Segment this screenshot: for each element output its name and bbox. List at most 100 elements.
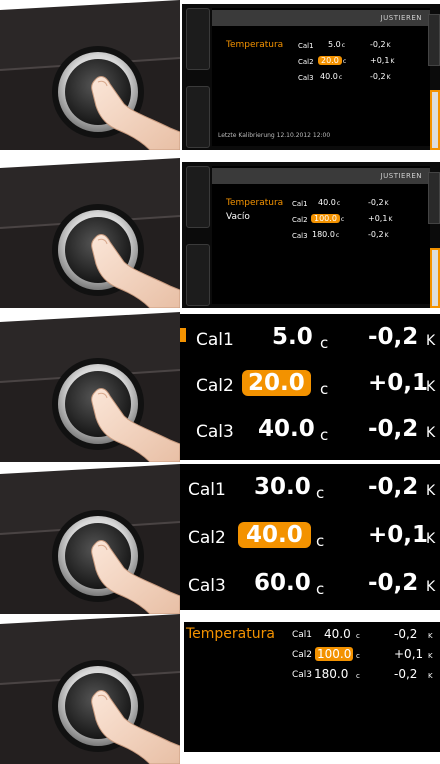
cal2-delta: +0,1 [368, 370, 429, 396]
calibration-panel: Temperatura Cal1 40.0 c -0,2 K Cal2 100.… [184, 622, 440, 752]
cal2-delta: +0,1K [368, 214, 393, 223]
cal3-line: Cal3 60.0 c -0,2 K [180, 564, 440, 608]
cal1-k: K [426, 483, 436, 499]
knob-illustration [0, 158, 180, 308]
display: JUSTIEREN Temperatura Cal1 5.0c -0,2K Ca… [212, 8, 430, 146]
knob-illustration [0, 464, 180, 614]
parameter-label: Temperatura [226, 198, 284, 208]
knob-illustration [0, 312, 180, 462]
cal1-unit: c [316, 484, 325, 502]
cal1-delta: -0,2 [368, 474, 419, 500]
cal2-unit: c [320, 380, 329, 398]
step-4: Cal1 30.0 c -0,2 K Cal2 40.0 c +0,1 K Ca… [0, 464, 440, 614]
cal2-label: Cal2 [292, 650, 313, 660]
cal1-label: Cal1 [292, 630, 313, 640]
cal3-unit: c [356, 672, 360, 680]
cal1-delta: -0,2K [370, 40, 391, 49]
cal1-delta: -0,2 [394, 627, 418, 641]
cal3-k: K [426, 579, 436, 595]
cal2-label: Cal2 [188, 528, 226, 548]
cal1-delta: -0,2 [368, 324, 419, 350]
cal2-value[interactable]: 20.0 c [318, 56, 346, 65]
cal2-value[interactable]: 20.0 [242, 370, 311, 396]
cal3-delta: -0,2K [368, 230, 389, 239]
cal3-delta: -0,2 [368, 416, 419, 442]
cal1-k: K [426, 333, 436, 349]
cal3-delta: -0,2K [370, 72, 391, 81]
cal2-value[interactable]: 100.0 [315, 647, 354, 661]
cal3-label: Cal3 [196, 422, 234, 442]
cal3-k: K [426, 425, 436, 441]
cal2-unit: c [356, 652, 360, 660]
parameter-label-2: Vacío [226, 212, 250, 222]
cal2-k: K [426, 531, 436, 547]
cal3-delta: -0,2 [394, 667, 418, 681]
cal1-delta: -0,2K [368, 198, 389, 207]
cal3-value: 60.0 [254, 570, 311, 596]
right-handle-bottom[interactable] [430, 248, 440, 308]
cal3-line: Cal3 40.0 c -0,2 K [180, 410, 440, 454]
display: JUSTIEREN Temperatura Vacío Cal1 40.0c -… [212, 166, 430, 304]
cal3-unit: c [316, 580, 325, 598]
cal2-label: Cal2 [196, 376, 234, 396]
cal3-k: K [428, 672, 433, 680]
cal1-value: 40.0 [324, 627, 351, 641]
cal3-unit: c [320, 426, 329, 444]
device-screen: JUSTIEREN Temperatura Vacío Cal1 40.0c -… [182, 162, 440, 308]
right-handle-top[interactable] [428, 172, 440, 224]
cal2-unit: c [316, 532, 325, 550]
step-3: Cal1 5.0 c -0,2 K Cal2 20.0 c +0,1 K Cal… [0, 312, 440, 464]
step-2: JUSTIEREN Temperatura Vacío Cal1 40.0c -… [0, 158, 440, 310]
screen-header: JUSTIEREN [212, 10, 430, 26]
cal1-value: 5.0 [272, 324, 313, 350]
zoomed-calibration-panel: Cal1 30.0 c -0,2 K Cal2 40.0 c +0,1 K Ca… [180, 464, 440, 610]
cal3-label: Cal3 [292, 670, 313, 680]
cal2-value[interactable]: 100.0 c [311, 214, 344, 223]
cal3-label: Cal3 [292, 232, 308, 240]
cal2-line: Cal2 40.0 c +0,1 K [180, 516, 440, 560]
cal1-line: Cal1 5.0 c -0,2 K [180, 318, 440, 362]
cal3-label: Cal3 [188, 576, 226, 596]
right-handle-bottom[interactable] [430, 90, 440, 150]
cal1-label: Cal1 [292, 200, 308, 208]
cal2-line: Cal2 20.0 c +0,1 K [180, 364, 440, 408]
cal2-delta: +0,1K [370, 56, 395, 65]
side-button-bottom[interactable] [186, 86, 210, 148]
parameter-label: Temperatura [226, 40, 284, 50]
cal1-value: 30.0 [254, 474, 311, 500]
last-calibration: Letzte Kalibrierung 12.10.2012 12:00 [218, 132, 331, 139]
side-button-top[interactable] [186, 166, 210, 228]
cal1-label: Cal1 [196, 330, 234, 350]
right-handle-top[interactable] [428, 14, 440, 66]
cal2-k: K [426, 379, 436, 395]
cal3-value: 40.0 [258, 416, 315, 442]
side-button-top[interactable] [186, 8, 210, 70]
cal3-value: 180.0c [312, 230, 340, 239]
cal2-label: Cal2 [292, 216, 308, 224]
cal2-value[interactable]: 40.0 [238, 522, 311, 548]
cal1-unit: c [356, 632, 360, 640]
cal2-k: K [428, 652, 433, 660]
side-button-bottom[interactable] [186, 244, 210, 306]
screen-header: JUSTIEREN [212, 168, 430, 184]
cal3-value: 40.0c [320, 72, 343, 81]
device-screen: JUSTIEREN Temperatura Cal1 5.0c -0,2K Ca… [182, 4, 440, 150]
cal1-unit: c [320, 334, 329, 352]
cal1-k: K [428, 632, 433, 640]
parameter-label: Temperatura [186, 626, 275, 642]
cal2-delta: +0,1 [368, 522, 429, 548]
cal1-label: Cal1 [188, 480, 226, 500]
cal3-label: Cal3 [298, 74, 314, 82]
knob-illustration [0, 0, 180, 150]
cal1-value: 40.0c [318, 198, 341, 207]
cal3-delta: -0,2 [368, 570, 419, 596]
cal2-label: Cal2 [298, 58, 314, 66]
knob-illustration [0, 614, 180, 764]
cal1-line: Cal1 30.0 c -0,2 K [180, 468, 440, 512]
cal1-value: 5.0c [328, 40, 346, 49]
step-5: Temperatura Cal1 40.0 c -0,2 K Cal2 100.… [0, 614, 440, 758]
cal2-delta: +0,1 [394, 647, 424, 661]
cal3-value: 180.0 [314, 667, 349, 681]
step-1: JUSTIEREN Temperatura Cal1 5.0c -0,2K Ca… [0, 0, 440, 152]
zoomed-calibration-panel: Cal1 5.0 c -0,2 K Cal2 20.0 c +0,1 K Cal… [180, 314, 440, 460]
